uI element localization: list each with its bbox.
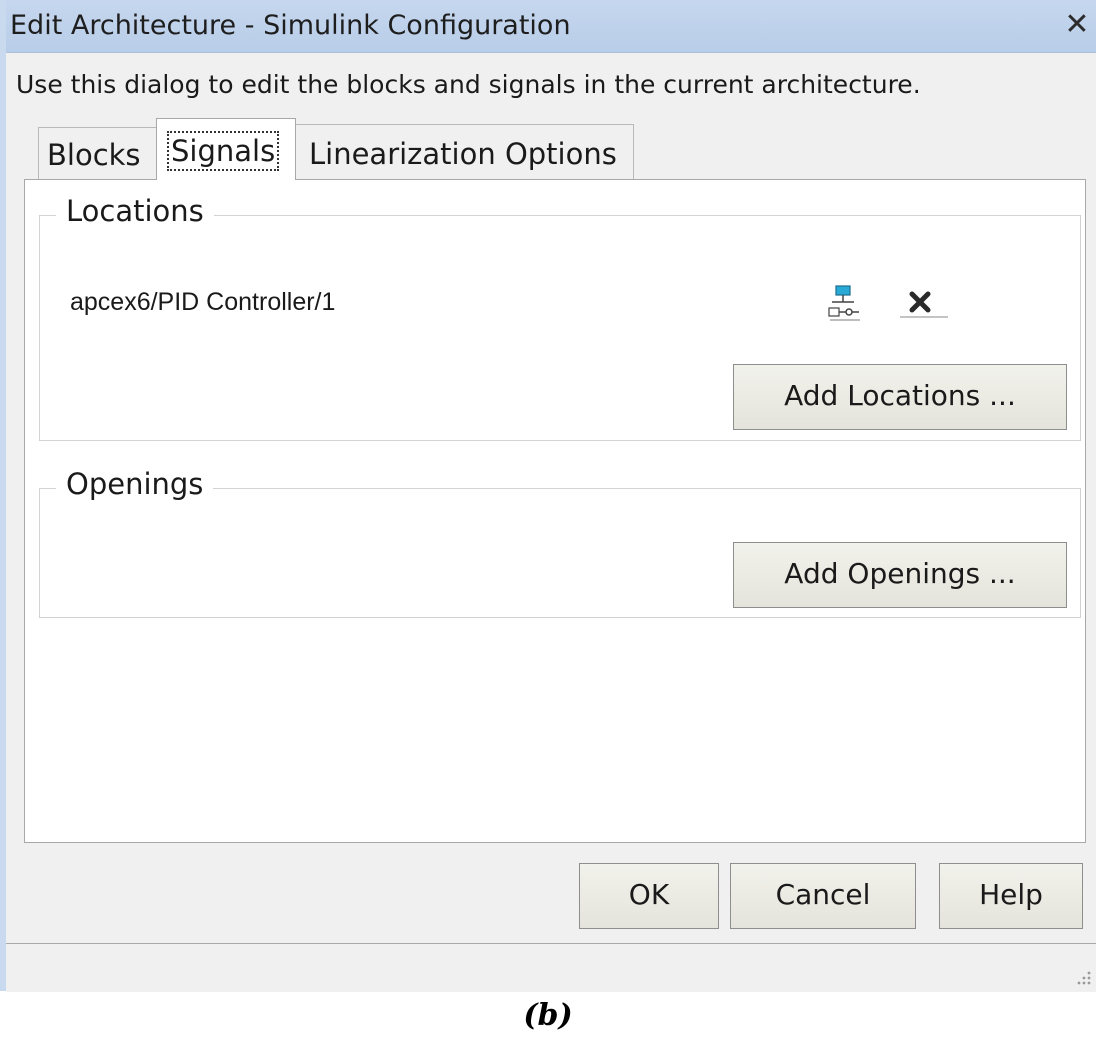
tab-signals-label: Signals bbox=[167, 131, 280, 171]
status-bar bbox=[6, 943, 1096, 992]
openings-legend: Openings bbox=[56, 467, 214, 501]
add-openings-button[interactable]: Add Openings ... bbox=[733, 542, 1067, 608]
edit-architecture-dialog: Edit Architecture - Simulink Configurati… bbox=[0, 0, 1096, 992]
locations-legend: Locations bbox=[56, 194, 214, 228]
signals-tab-panel: Locations apcex6/PID Controller/1 Add Lo… bbox=[24, 179, 1086, 843]
add-locations-button[interactable]: Add Locations ... bbox=[733, 364, 1067, 430]
window-title: Edit Architecture - Simulink Configurati… bbox=[10, 10, 571, 41]
title-bar[interactable]: Edit Architecture - Simulink Configurati… bbox=[6, 0, 1096, 53]
location-item[interactable]: apcex6/PID Controller/1 bbox=[70, 288, 335, 317]
cancel-button[interactable]: Cancel bbox=[730, 863, 916, 929]
remove-icon[interactable] bbox=[898, 286, 950, 322]
locations-group: Locations apcex6/PID Controller/1 Add Lo… bbox=[39, 194, 1081, 441]
tab-blocks[interactable]: Blocks bbox=[38, 127, 160, 179]
instruction-text: Use this dialog to edit the blocks and s… bbox=[16, 70, 921, 99]
ok-button[interactable]: OK bbox=[579, 863, 719, 929]
figure-caption: (b) bbox=[523, 998, 573, 1033]
resize-grip-icon[interactable] bbox=[1074, 968, 1092, 986]
highlight-signal-icon[interactable] bbox=[828, 284, 862, 322]
tab-signals[interactable]: Signals bbox=[156, 118, 296, 180]
tab-linearization-options[interactable]: Linearization Options bbox=[294, 124, 634, 180]
openings-group: Openings Add Openings ... bbox=[39, 467, 1081, 618]
help-button[interactable]: Help bbox=[939, 863, 1083, 929]
close-icon[interactable]: ✕ bbox=[1060, 6, 1094, 44]
